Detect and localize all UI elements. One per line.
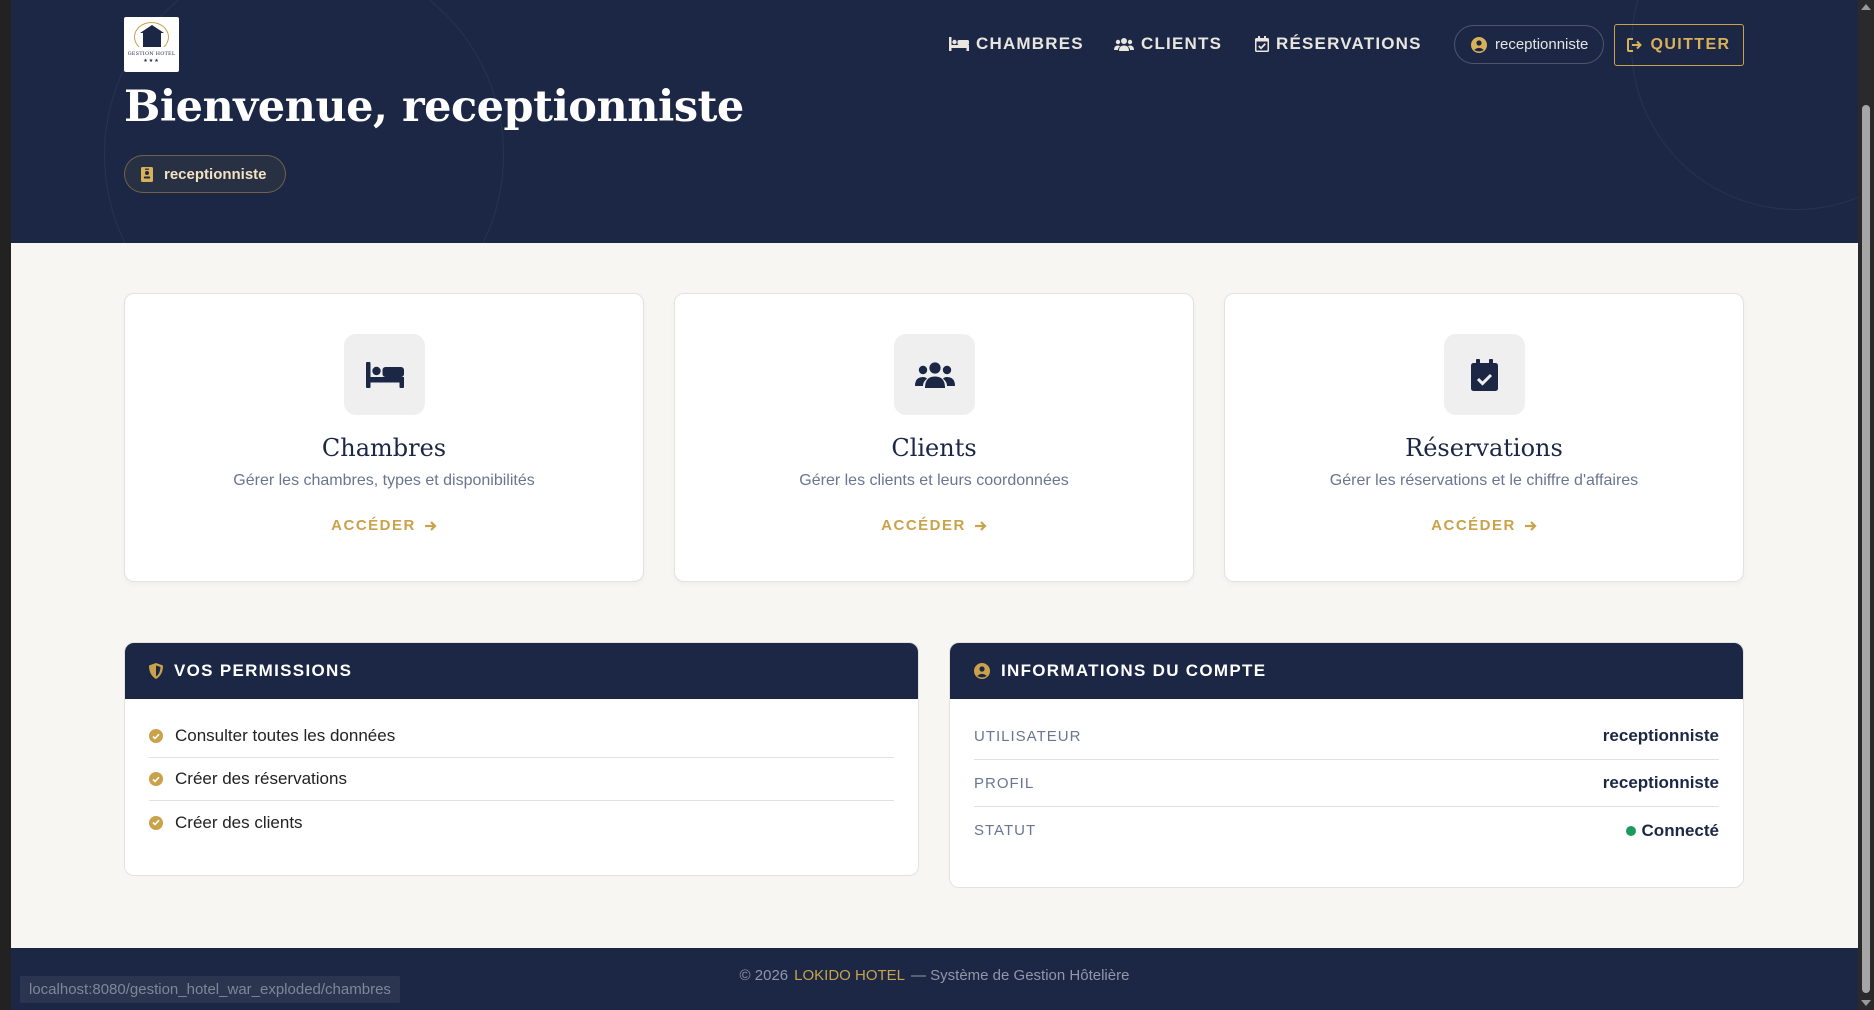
vertical-scrollbar[interactable] <box>1858 0 1874 1010</box>
account-key: UTILISATEUR <box>974 727 1082 745</box>
card-access-label: ACCÉDER <box>1431 517 1516 534</box>
account-row-profile: PROFIL receptionniste <box>974 760 1719 807</box>
welcome-heading: Bienvenue, receptionniste <box>124 82 744 132</box>
status-online-dot <box>1625 825 1636 836</box>
permission-label: Consulter toutes les données <box>175 726 396 745</box>
nav-reservations[interactable]: RÉSERVATIONS <box>1255 31 1422 57</box>
card-description: Gérer les réservations et le chiffre d'a… <box>1329 472 1639 489</box>
logo-stars: ★★★ <box>143 58 160 64</box>
scroll-down-arrow-icon[interactable] <box>1861 1000 1871 1006</box>
shield-icon <box>149 663 163 679</box>
permissions-panel: VOS PERMISSIONS Consulter toutes les don… <box>124 642 919 876</box>
window-left-edge <box>0 0 11 1010</box>
permission-item: Créer des réservations <box>149 758 894 801</box>
card-clients[interactable]: Clients Gérer les clients et leurs coord… <box>674 293 1194 582</box>
permissions-title: VOS PERMISSIONS <box>174 661 353 680</box>
check-circle-icon <box>149 729 163 743</box>
calendar-check-icon <box>1255 36 1269 52</box>
card-chambres[interactable]: Chambres Gérer les chambres, types et di… <box>124 293 644 582</box>
check-circle-icon <box>149 772 163 786</box>
arrow-right-icon <box>1524 520 1537 532</box>
card-title: Réservations <box>1405 434 1563 462</box>
account-key: STATUT <box>974 822 1037 839</box>
card-access-link[interactable]: ACCÉDER <box>125 517 643 534</box>
permission-item: Créer des clients <box>149 801 894 844</box>
card-reservations[interactable]: Réservations Gérer les réservations et l… <box>1224 293 1744 582</box>
card-access-link[interactable]: ACCÉDER <box>675 517 1193 534</box>
page: GESTION HOTEL ★★★ CHAMBRES CLIENTS RÉSER… <box>11 0 1858 1010</box>
card-access-label: ACCÉDER <box>881 517 966 534</box>
nav-reservations-label: RÉSERVATIONS <box>1276 34 1422 53</box>
account-value: receptionniste <box>1602 773 1719 792</box>
footer-brand: LOKIDO HOTEL <box>794 966 905 984</box>
card-access-label: ACCÉDER <box>331 517 416 534</box>
nav-clients[interactable]: CLIENTS <box>1114 31 1222 57</box>
user-menu-pill[interactable]: receptionniste <box>1454 25 1604 64</box>
account-info-title: INFORMATIONS DU COMPTE <box>1001 661 1267 680</box>
bed-icon <box>344 334 425 415</box>
footer-copyright: © 2026 <box>739 966 789 984</box>
bed-icon <box>949 37 969 51</box>
user-circle-icon <box>974 663 990 679</box>
hotel-logo[interactable]: GESTION HOTEL ★★★ <box>124 17 179 72</box>
account-value: receptionniste <box>1602 726 1719 745</box>
permission-label: Créer des clients <box>175 812 303 832</box>
browser-status-url: localhost:8080/gestion_hotel_war_explode… <box>20 976 400 1003</box>
arrow-right-icon <box>424 520 437 532</box>
account-row-user: UTILISATEUR receptionniste <box>974 713 1719 760</box>
account-row-status: STATUT Connecté <box>974 807 1719 854</box>
users-icon <box>1114 37 1134 52</box>
permission-label: Créer des réservations <box>175 769 347 788</box>
id-badge-icon <box>141 166 153 182</box>
card-title: Clients <box>891 434 977 462</box>
user-circle-icon <box>1471 36 1487 53</box>
nav-clients-label: CLIENTS <box>1141 34 1223 53</box>
nav-chambres[interactable]: CHAMBRES <box>949 31 1084 57</box>
permissions-list: Consulter toutes les données Créer des r… <box>125 699 918 844</box>
footer-tagline: — Système de Gestion Hôtelière <box>911 966 1130 984</box>
hero-header: GESTION HOTEL ★★★ CHAMBRES CLIENTS RÉSER… <box>11 0 1858 243</box>
account-key: PROFIL <box>974 774 1035 792</box>
account-info-list: UTILISATEUR receptionniste PROFIL recept… <box>950 699 1743 854</box>
role-badge-label: receptionniste <box>164 165 267 183</box>
permission-item: Consulter toutes les données <box>149 715 894 758</box>
scrollbar-thumb[interactable] <box>1862 105 1870 993</box>
account-info-panel: INFORMATIONS DU COMPTE UTILISATEUR recep… <box>949 642 1744 888</box>
card-description: Gérer les chambres, types et disponibili… <box>233 472 535 489</box>
account-info-header: INFORMATIONS DU COMPTE <box>950 643 1743 699</box>
status-label: Connecté <box>1641 820 1719 840</box>
nav-chambres-label: CHAMBRES <box>976 34 1084 53</box>
user-pill-name: receptionniste <box>1495 36 1589 53</box>
status-value: Connecté <box>1625 820 1719 841</box>
card-title: Chambres <box>321 434 447 462</box>
logout-icon <box>1627 38 1643 52</box>
logout-button[interactable]: QUITTER <box>1614 24 1744 66</box>
card-access-link[interactable]: ACCÉDER <box>1225 517 1743 534</box>
card-description: Gérer les clients et leurs coordonnées <box>799 472 1069 489</box>
permissions-header: VOS PERMISSIONS <box>125 643 918 699</box>
users-icon <box>894 334 975 415</box>
role-badge: receptionniste <box>124 155 286 193</box>
scroll-up-arrow-icon[interactable] <box>1861 4 1871 10</box>
logout-label: QUITTER <box>1650 36 1731 53</box>
calendar-check-icon <box>1444 334 1525 415</box>
arrow-right-icon <box>974 520 987 532</box>
hotel-building-icon <box>137 25 167 47</box>
check-circle-icon <box>149 815 163 830</box>
